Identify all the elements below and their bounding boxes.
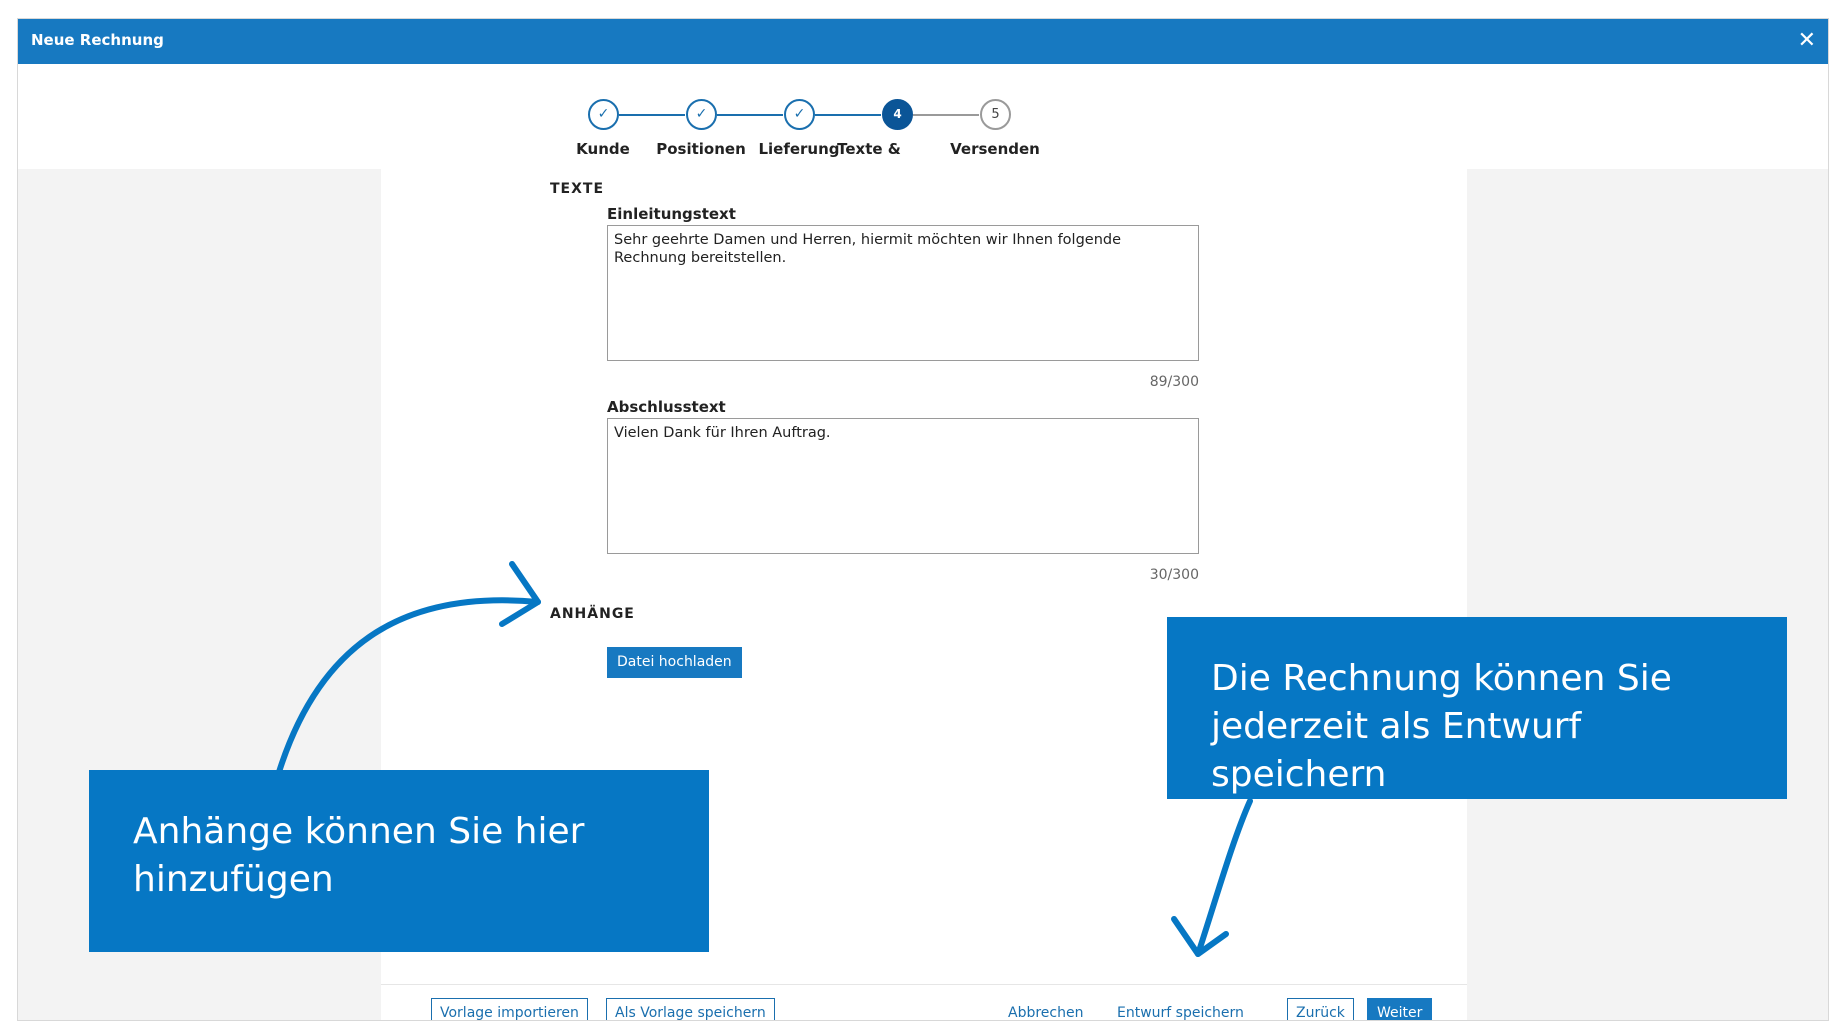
arrow-to-save-draft	[1195, 798, 1253, 957]
arrow-to-attachments	[276, 597, 541, 775]
annotation-arrows	[276, 561, 1253, 957]
invoice-dialog: Neue Rechnung ✕ ✓ ✓ ✓ 4 5 Kunde Position…	[17, 18, 1829, 1021]
arrow-head-attachments	[499, 561, 541, 627]
